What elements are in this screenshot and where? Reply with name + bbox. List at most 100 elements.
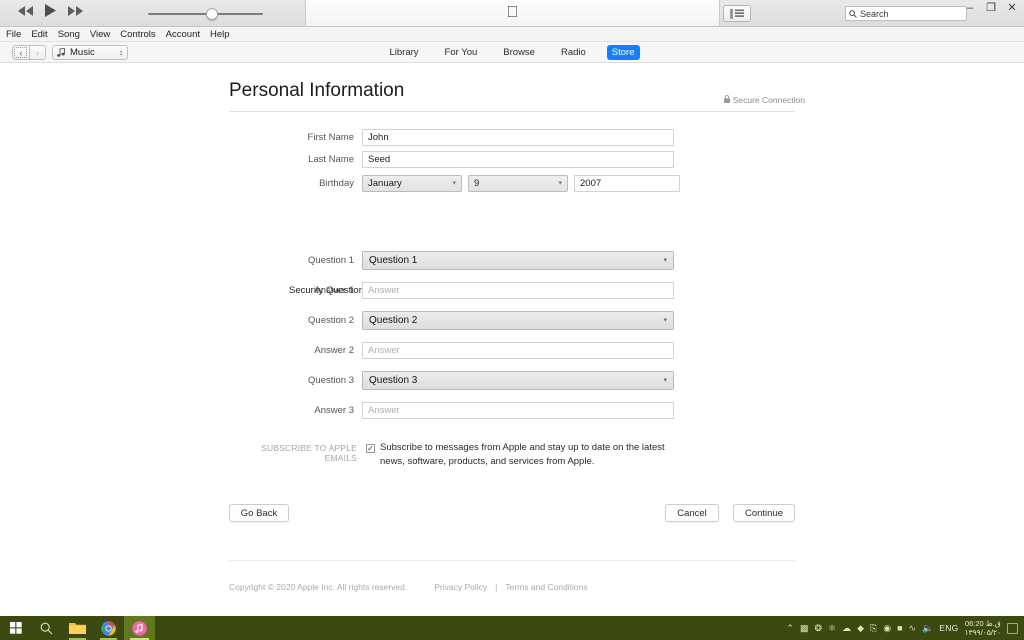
chevron-down-icon: ▾ <box>663 378 667 384</box>
cancel-button[interactable]: Cancel <box>665 504 719 522</box>
printer-icon[interactable]: ⎘ <box>870 623 877 633</box>
window-controls: – ❐ ✕ <box>964 2 1018 15</box>
tab-library[interactable]: Library <box>384 45 423 60</box>
field-row-question-1: Question 1 Question 1 ▾ <box>229 244 795 276</box>
continue-button[interactable]: Continue <box>733 504 795 522</box>
apple-logo-icon:  <box>306 3 719 22</box>
maximize-button[interactable]: ❐ <box>985 2 997 15</box>
answer-3-input[interactable]: Answer <box>362 402 674 419</box>
subscribe-checkbox[interactable]: ✓ <box>366 444 375 453</box>
question-1-select[interactable]: Question 1 ▾ <box>362 251 674 270</box>
first-name-label: First Name <box>229 132 362 143</box>
fast-forward-icon[interactable] <box>68 6 83 16</box>
volume-slider[interactable] <box>148 8 276 20</box>
answer-1-label: Answer 1 <box>229 285 362 296</box>
taskbar-apps <box>0 616 155 640</box>
close-button[interactable]: ✕ <box>1006 2 1018 15</box>
store-page: Personal Information Secure Connection F… <box>0 63 1024 616</box>
system-tray: ⌃ ▩ ❂ ⚛ ☁ ◆ ⎘ ◉ ■ ∿ 🔈 ENG 06:20 ق.ظ ۱۳۹۹… <box>786 619 1024 637</box>
shield-icon[interactable]: ▩ <box>800 623 809 633</box>
chevron-down-icon: ▾ <box>452 181 456 187</box>
menu-item-file[interactable]: File <box>6 29 21 40</box>
last-name-input[interactable]: Seed <box>362 151 674 168</box>
volume-icon[interactable]: 🔈 <box>922 623 933 633</box>
volume-knob[interactable] <box>206 8 218 20</box>
menu-item-view[interactable]: View <box>90 29 110 40</box>
question-3-select[interactable]: Question 3 ▾ <box>362 371 674 390</box>
first-name-input[interactable]: John <box>362 129 674 146</box>
language-indicator[interactable]: ENG <box>939 623 958 633</box>
diamond-icon[interactable]: ◆ <box>857 623 864 633</box>
bluetooth-icon[interactable]: ❂ <box>814 623 822 633</box>
subscribe-description: Subscribe to messages from Apple and sta… <box>380 441 684 469</box>
answer-2-input[interactable]: Answer <box>362 342 674 359</box>
play-icon[interactable] <box>45 4 56 17</box>
field-row-answer-3: Answer 3 Answer <box>229 396 795 424</box>
birthday-year-input[interactable]: 2007 <box>574 175 680 192</box>
wifi-icon[interactable]: ∿ <box>909 623 917 633</box>
battery-icon[interactable]: ■ <box>897 623 902 633</box>
show-desktop-button[interactable] <box>1007 623 1018 634</box>
form-actions: Go Back Cancel Continue <box>229 504 795 522</box>
page-title: Personal Information <box>229 80 404 102</box>
tab-store[interactable]: Store <box>607 45 640 60</box>
search-icon <box>849 5 857 23</box>
go-back-button[interactable]: Go Back <box>229 504 289 522</box>
arrow-up-icon[interactable]: ⌃ <box>786 623 794 633</box>
taskbar-search-icon[interactable] <box>31 616 62 640</box>
tab-for-you[interactable]: For You <box>440 45 483 60</box>
taskbar-clock[interactable]: 06:20 ق.ظ ۱۳۹۹/۰۵/۲۰ <box>965 619 1001 637</box>
menu-item-account[interactable]: Account <box>166 29 200 40</box>
birthday-day-value: 9 <box>474 178 479 189</box>
menu-item-edit[interactable]: Edit <box>31 29 47 40</box>
field-row-birthday: Birthday January ▾ 9 ▾ 2007 <box>229 171 795 195</box>
secure-connection-badge: Secure Connection <box>724 95 805 105</box>
copyright-text: Copyright © 2020 Apple Inc. All rights r… <box>229 582 407 592</box>
taskbar-item-itunes[interactable] <box>124 616 155 640</box>
clock-time: 06:20 ق.ظ <box>965 619 1001 628</box>
question-3-label: Question 3 <box>229 375 362 386</box>
itunes-title-bar:  Search – ❐ ✕ <box>0 0 1024 27</box>
start-icon[interactable] <box>0 616 31 640</box>
now-playing-display:  <box>305 0 720 26</box>
minimize-button[interactable]: – <box>964 2 976 15</box>
rewind-icon[interactable] <box>18 6 33 16</box>
footer-divider <box>229 560 795 561</box>
field-row-answer-2: Answer 2 Answer <box>229 336 795 364</box>
cloud-icon[interactable]: ☁ <box>842 623 851 633</box>
search-input[interactable]: Search <box>845 6 967 21</box>
chevron-down-icon: ▾ <box>663 258 667 264</box>
question-2-value: Question 2 <box>369 315 417 326</box>
store-tabs: Library For You Browse Radio Store <box>0 45 1024 60</box>
terms-and-conditions-link[interactable]: Terms and Conditions <box>505 582 587 592</box>
list-view-icon[interactable] <box>723 5 751 22</box>
footer-separator: | <box>495 582 497 592</box>
page-footer: Copyright © 2020 Apple Inc. All rights r… <box>229 582 795 592</box>
taskbar-item-file-explorer[interactable] <box>62 616 93 640</box>
personal-info-form: First Name John Last Name Seed Birthday … <box>229 127 795 195</box>
question-2-select[interactable]: Question 2 ▾ <box>362 311 674 330</box>
menu-item-song[interactable]: Song <box>58 29 80 40</box>
clock-date: ۱۳۹۹/۰۵/۲۰ <box>965 628 1001 637</box>
birthday-label: Birthday <box>229 178 362 189</box>
browser-icon[interactable]: ◉ <box>883 623 891 633</box>
answer-1-input[interactable]: Answer <box>362 282 674 299</box>
lock-icon <box>724 95 730 105</box>
menu-item-help[interactable]: Help <box>210 29 230 40</box>
tab-radio[interactable]: Radio <box>556 45 591 60</box>
privacy-policy-link[interactable]: Privacy Policy <box>434 582 487 592</box>
taskbar-item-google-chrome[interactable] <box>93 616 124 640</box>
tab-browse[interactable]: Browse <box>498 45 540 60</box>
antivirus-icon[interactable]: ⚛ <box>828 623 836 633</box>
menu-bar: File Edit Song View Controls Account Hel… <box>0 27 1024 42</box>
transport-controls <box>18 4 83 17</box>
birthday-day-select[interactable]: 9 ▾ <box>468 175 568 192</box>
field-row-first-name: First Name John <box>229 127 795 148</box>
navigation-bar: ‹ › Music ↕ Library For You Browse Radio… <box>0 42 1024 63</box>
field-row-last-name: Last Name Seed <box>229 148 795 171</box>
birthday-month-select[interactable]: January ▾ <box>362 175 462 192</box>
title-divider <box>229 111 795 112</box>
field-row-question-3: Question 3 Question 3 ▾ <box>229 364 795 396</box>
screen:  Search – ❐ ✕ File Edit Song View <box>0 0 1024 640</box>
menu-item-controls[interactable]: Controls <box>120 29 155 40</box>
